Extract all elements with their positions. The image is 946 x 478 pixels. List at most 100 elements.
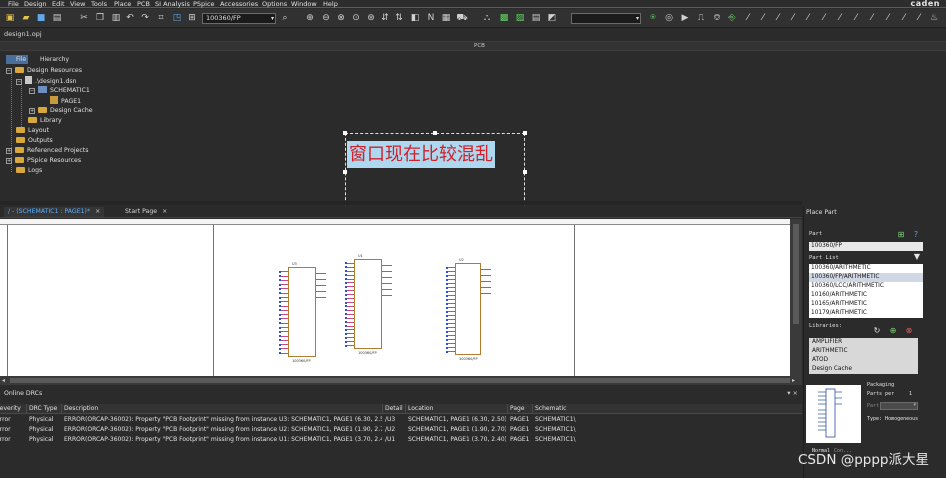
zoom-area-icon[interactable]: ⊗	[335, 12, 347, 24]
close-icon[interactable]: ×	[95, 208, 100, 215]
drc-row[interactable]: Error Physical ERROR(ORCAP-36002): Prope…	[0, 425, 802, 435]
collapse-icon[interactable]: −	[16, 79, 22, 85]
play-icon[interactable]: ▶	[679, 12, 691, 24]
probe-9-icon[interactable]: ⁄	[866, 12, 878, 24]
filter-icon[interactable]: ▼	[912, 252, 922, 262]
part-selector-dropdown[interactable]: 100360/FP ▾	[202, 13, 276, 24]
probe-10-icon[interactable]: ⁄	[882, 12, 894, 24]
schematic-part[interactable]: U2 100360/FP	[446, 258, 497, 363]
tree-item-design-file[interactable]: − .\design1.dsn	[16, 76, 77, 86]
expand-icon[interactable]: +	[6, 158, 12, 164]
netlist-icon[interactable]: N	[425, 12, 437, 24]
tree-item-logs[interactable]: Logs	[16, 166, 42, 176]
scrollbar-thumb[interactable]	[793, 224, 799, 324]
current-marker-icon[interactable]: ◎	[663, 12, 675, 24]
list-item[interactable]: 10165/ARITHMETIC	[809, 300, 923, 309]
menu-pcb[interactable]: PCB	[137, 0, 150, 8]
open-icon[interactable]: ▰	[20, 12, 32, 24]
collapse-icon[interactable]: −	[6, 68, 12, 74]
probe-11-icon[interactable]: ⁄	[898, 12, 910, 24]
list-item[interactable]: 10179/ARITHMETIC	[809, 309, 923, 318]
splitter[interactable]	[0, 201, 802, 205]
remove-library-icon[interactable]: ⊗	[904, 326, 914, 336]
part-name-input[interactable]: 100360/FP	[809, 242, 923, 251]
tree-item-outputs[interactable]: Outputs	[16, 136, 53, 146]
tree-item-library[interactable]: Library	[28, 116, 62, 126]
cross-reference-icon[interactable]: ▦	[440, 12, 452, 24]
zoom-in-icon[interactable]: ⊕	[304, 12, 316, 24]
col-description[interactable]: Description	[64, 404, 382, 414]
schematic-part[interactable]: U3 100360/FP	[279, 262, 332, 365]
tree-item-layout[interactable]: Layout	[16, 126, 49, 136]
profile-dropdown[interactable]: ▾	[571, 13, 641, 24]
tab-start-page[interactable]: Start Page ×	[121, 207, 171, 217]
probe-3-icon[interactable]: ⁄	[772, 12, 784, 24]
scrollbar-thumb[interactable]	[10, 378, 790, 383]
menu-window[interactable]: Window	[291, 0, 317, 8]
tab-file[interactable]: File	[6, 55, 28, 64]
back-annotate-icon[interactable]: ⇅	[393, 12, 405, 24]
refresh-icon[interactable]: ↻	[872, 326, 882, 336]
menu-accessories[interactable]: Accessories	[220, 0, 258, 8]
list-item[interactable]: ATOD	[809, 356, 918, 365]
col-detail[interactable]: Detail	[385, 404, 405, 414]
menu-tools[interactable]: Tools	[91, 0, 107, 8]
print-icon[interactable]: ▤	[51, 12, 63, 24]
resize-handle[interactable]	[343, 131, 347, 135]
list-item[interactable]: 100360/LCC/ARITHMETIC	[809, 282, 923, 291]
tab-schematic-page[interactable]: / - (SCHEMATIC1 : PAGE1)* ×	[4, 207, 105, 217]
paste-icon[interactable]: ▥	[110, 12, 122, 24]
list-item[interactable]: AMPLIFIER	[809, 338, 918, 347]
redo-icon[interactable]: ↷	[139, 12, 151, 24]
scroll-left-icon[interactable]: ◂	[2, 376, 5, 385]
list-item[interactable]: Design Cache	[809, 365, 918, 374]
drc-row[interactable]: Error Physical ERROR(ORCAP-36002): Prope…	[0, 415, 802, 425]
probe-5-icon[interactable]: ⁄	[802, 12, 814, 24]
menu-edit[interactable]: Edit	[52, 0, 65, 8]
new-icon[interactable]: ▣	[4, 12, 16, 24]
col-drc-type[interactable]: DRC Type	[29, 404, 61, 414]
schematic-part[interactable]: U1 100360/FP	[345, 254, 398, 357]
part-unit-dropdown[interactable]: ▾	[880, 402, 918, 410]
pspice-icon[interactable]: ⛬	[481, 12, 493, 24]
drc-icon[interactable]: ◧	[409, 12, 421, 24]
results-icon[interactable]: ▤	[530, 12, 542, 24]
tree-item-page1[interactable]: PAGE1	[50, 96, 81, 106]
drc-row[interactable]: Error Physical ERROR(ORCAP-36002): Prope…	[0, 435, 802, 445]
menu-design[interactable]: Design	[24, 0, 46, 8]
place-part-icon[interactable]: ⊞	[896, 230, 906, 240]
bias-voltage-icon[interactable]: ⎍	[695, 12, 707, 24]
tree-item-pspice-resources[interactable]: + PSpice Resources	[6, 156, 81, 166]
expand-icon[interactable]: +	[6, 148, 12, 154]
collapse-icon[interactable]: −	[29, 88, 35, 94]
list-item[interactable]: 100360/ARITHMETIC	[809, 264, 923, 273]
power-icon[interactable]: ⎆	[726, 12, 738, 24]
copy-icon[interactable]: ❐	[94, 12, 106, 24]
markers-icon[interactable]: ◩	[546, 12, 558, 24]
flame-icon[interactable]: ♨	[928, 12, 940, 24]
voltage-marker-icon[interactable]: ⍟	[647, 12, 659, 24]
list-item[interactable]: 10160/ARITHMETIC	[809, 291, 923, 300]
project-tab[interactable]: design1.opj	[0, 29, 946, 39]
simulate-icon[interactable]: ▩	[498, 12, 510, 24]
tree-item-referenced-projects[interactable]: + Referenced Projects	[6, 146, 88, 156]
tree-item-schematic1[interactable]: − SCHEMATIC1	[29, 86, 90, 96]
bias-current-icon[interactable]: ⎊	[711, 12, 723, 24]
run-icon[interactable]: ▨	[514, 12, 526, 24]
schematic-canvas[interactable]: U3 100360/FP U1 100360/FP U2 100360/FP	[0, 219, 790, 376]
undo-icon[interactable]: ↶	[124, 12, 136, 24]
probe-6-icon[interactable]: ⁄	[818, 12, 830, 24]
resize-handle[interactable]	[523, 131, 527, 135]
menu-view[interactable]: View	[70, 0, 85, 8]
zoom-fit-icon[interactable]: ⊛	[365, 12, 377, 24]
menu-file[interactable]: File	[8, 0, 19, 8]
panel-controls-icon[interactable]: ▾ ×	[787, 389, 798, 397]
probe-2-icon[interactable]: ⁄	[757, 12, 769, 24]
bom-cart-icon[interactable]: ⛟	[456, 12, 468, 24]
tab-hierarchy[interactable]: Hierarchy	[30, 55, 70, 64]
col-severity[interactable]: Severity	[0, 404, 26, 414]
grid-icon[interactable]: ⌗	[155, 12, 167, 24]
close-icon[interactable]: ×	[162, 208, 167, 215]
col-location[interactable]: Location	[408, 404, 506, 414]
snap-grid-icon[interactable]: ⊞	[186, 12, 198, 24]
